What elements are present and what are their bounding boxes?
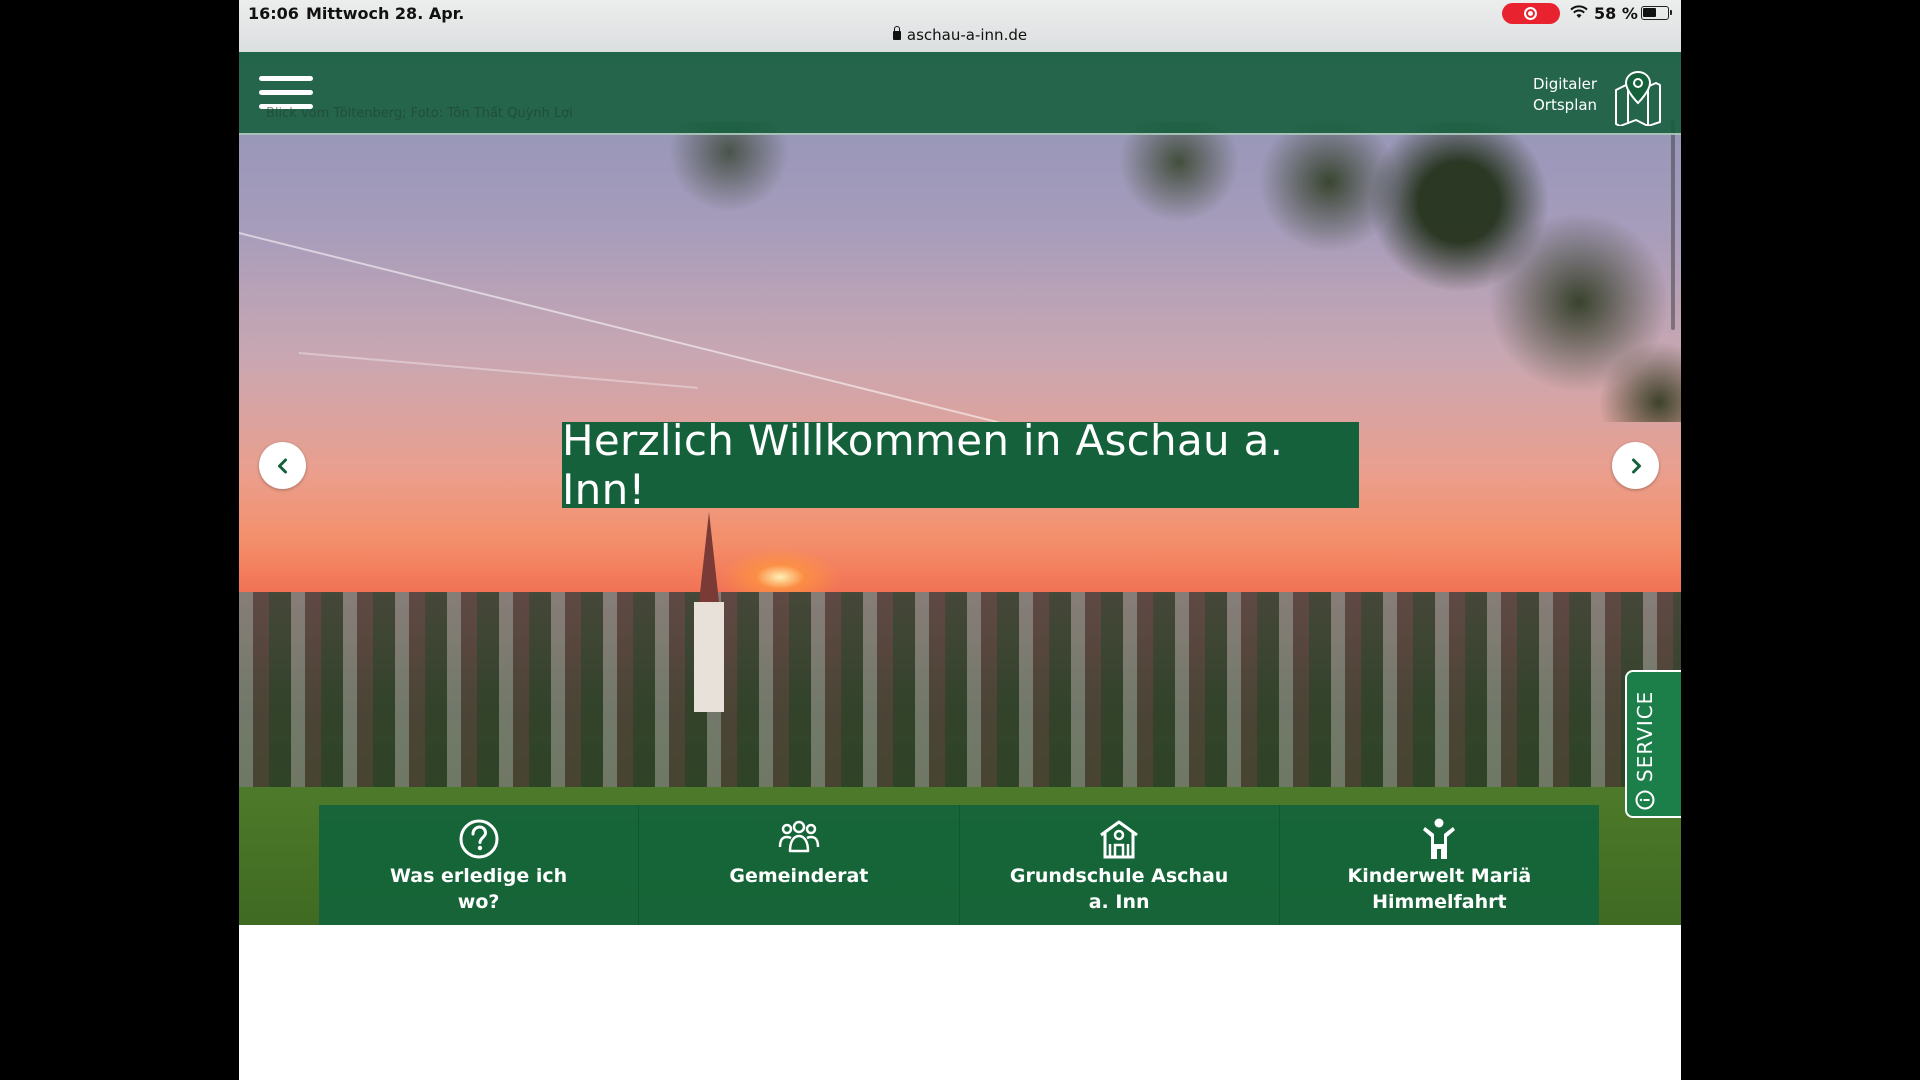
site-header: Blick vom Töltenberg; Foto: Tôn Thất Quỳ… (239, 52, 1681, 135)
school-icon (1100, 820, 1139, 859)
church-tower (694, 512, 724, 712)
quick-link-label: Gemeinderat (729, 865, 869, 887)
tree-branches (579, 122, 1681, 422)
welcome-banner: Herzlich Willkommen in Aschau a. Inn! (562, 416, 1359, 514)
quick-link-label: Kinderwelt Mariä Himmelfahrt (1347, 865, 1532, 913)
url-text: aschau-a-inn.de (906, 26, 1028, 44)
service-label: SERVICE (1633, 690, 1657, 782)
status-time: 16:06 (248, 4, 299, 23)
quick-link-grundschule[interactable]: Grundschule Aschau a. Inn (959, 805, 1280, 925)
photo-credit: Blick vom Töltenberg; Foto: Tôn Thất Quỳ… (266, 106, 573, 121)
chevron-right-icon (1631, 458, 1641, 473)
quick-link-label: Was erledige ich wo? (390, 865, 568, 913)
address-bar[interactable]: aschau-a-inn.de (239, 26, 1681, 44)
chevron-left-icon (277, 458, 287, 473)
quick-link-kinderwelt[interactable]: Kinderwelt Mariä Himmelfahrt (1279, 805, 1599, 925)
slider-next-button[interactable] (1612, 442, 1659, 489)
map-pin-icon (1615, 70, 1661, 126)
group-icon (778, 820, 820, 853)
menu-icon[interactable] (259, 76, 313, 110)
slider-prev-button[interactable] (259, 442, 306, 489)
quick-link-label: Grundschule Aschau a. Inn (1009, 865, 1229, 913)
question-circle-icon (459, 819, 499, 859)
info-circle-icon (1635, 790, 1655, 810)
wifi-icon (1570, 5, 1588, 18)
lock-icon (892, 26, 901, 40)
screen-record-icon[interactable] (1502, 3, 1560, 24)
status-bar: 16:06 Mittwoch 28. Apr. aschau-a-inn.de … (239, 0, 1681, 52)
page-content-area (239, 925, 1681, 1080)
scrollbar[interactable] (1671, 120, 1675, 330)
map-link-label: Digitaler Ortsplan (1533, 75, 1598, 114)
service-tab[interactable]: SERVICE (1625, 670, 1681, 818)
battery-icon (1641, 6, 1672, 20)
welcome-title: Herzlich Willkommen in Aschau a. Inn! (562, 416, 1284, 514)
quick-links: Was erledige ich wo? Gemeinderat Grundsc… (319, 805, 1599, 925)
status-date: Mittwoch 28. Apr. (306, 4, 465, 23)
digital-map-link[interactable]: Digitaler Ortsplan (1533, 70, 1673, 126)
quick-link-gemeinderat[interactable]: Gemeinderat (639, 805, 960, 925)
child-icon (1423, 818, 1456, 859)
battery-percent: 58 % (1594, 4, 1638, 23)
tablet-screen: 16:06 Mittwoch 28. Apr. aschau-a-inn.de … (239, 0, 1681, 1080)
quick-link-was-erledige-ich-wo[interactable]: Was erledige ich wo? (319, 805, 640, 925)
